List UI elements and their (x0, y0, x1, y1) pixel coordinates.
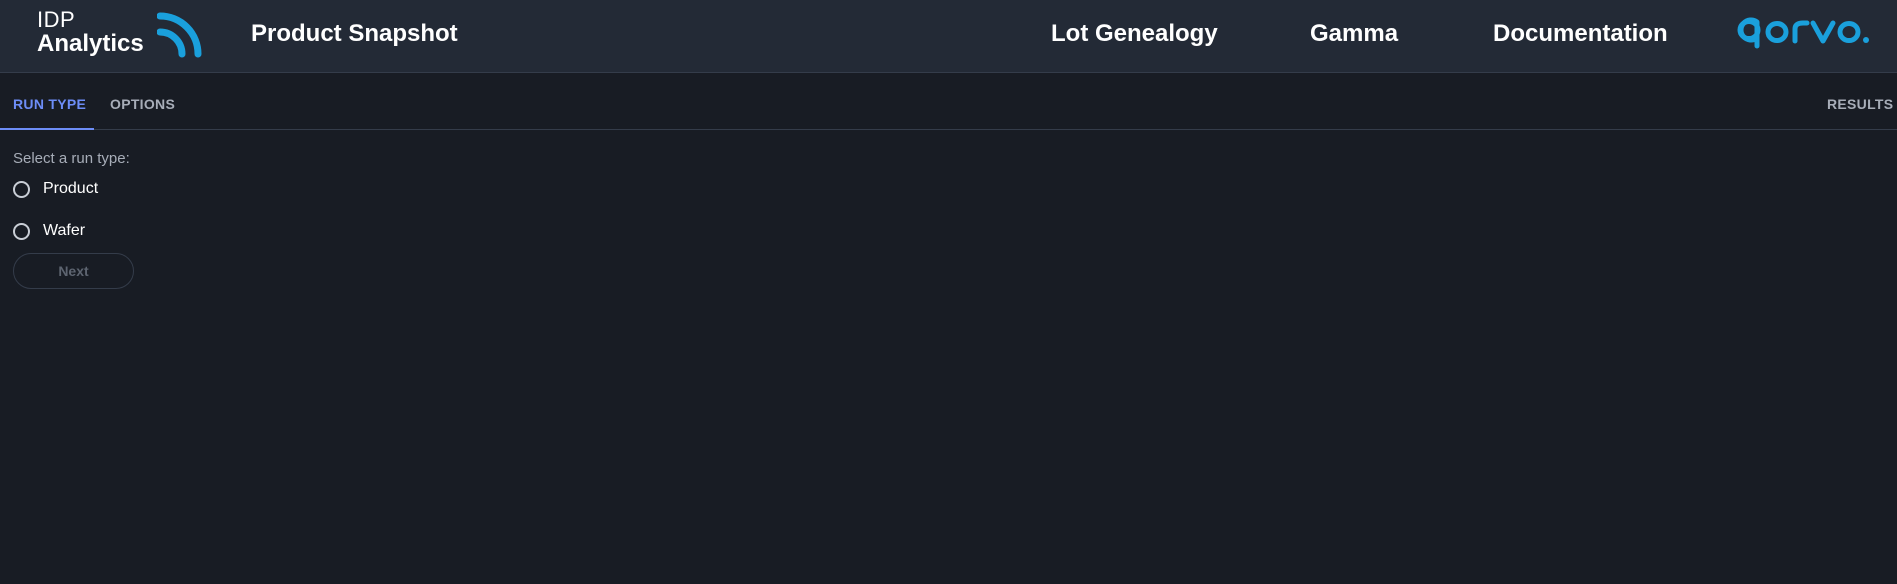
radio-circle-icon[interactable] (13, 180, 30, 198)
brand-line-idp: IDP (37, 7, 76, 32)
radio-label-product: Product (43, 180, 99, 197)
page-title[interactable]: Product Snapshot (251, 20, 458, 48)
tab-bar: RUN TYPE OPTIONS RESULTS (0, 73, 1897, 130)
tab-options[interactable]: OPTIONS (110, 73, 175, 129)
radio-option-wafer[interactable]: Wafer (13, 222, 85, 240)
tab-run-type[interactable]: RUN TYPE (13, 73, 86, 129)
brand-wordmark: IDP Analytics (37, 9, 144, 56)
qorvo-logo[interactable] (1737, 12, 1873, 52)
radio-option-product[interactable]: Product (13, 180, 98, 198)
run-type-prompt: Select a run type: (13, 150, 130, 167)
radio-circle-icon[interactable] (13, 222, 30, 240)
radio-label-wafer: Wafer (43, 222, 86, 239)
app-header: IDP Analytics Product Snapshot Lot Genea… (0, 0, 1897, 73)
next-button[interactable]: Next (13, 253, 134, 289)
nav-lot-genealogy[interactable]: Lot Genealogy (1051, 20, 1218, 48)
active-tab-indicator (0, 128, 94, 130)
nav-documentation[interactable]: Documentation (1493, 20, 1668, 48)
signal-arc-icon (157, 12, 202, 58)
tab-results[interactable]: RESULTS (1827, 73, 1893, 129)
brand-line-analytics: Analytics (37, 30, 144, 57)
nav-gamma[interactable]: Gamma (1310, 20, 1398, 48)
